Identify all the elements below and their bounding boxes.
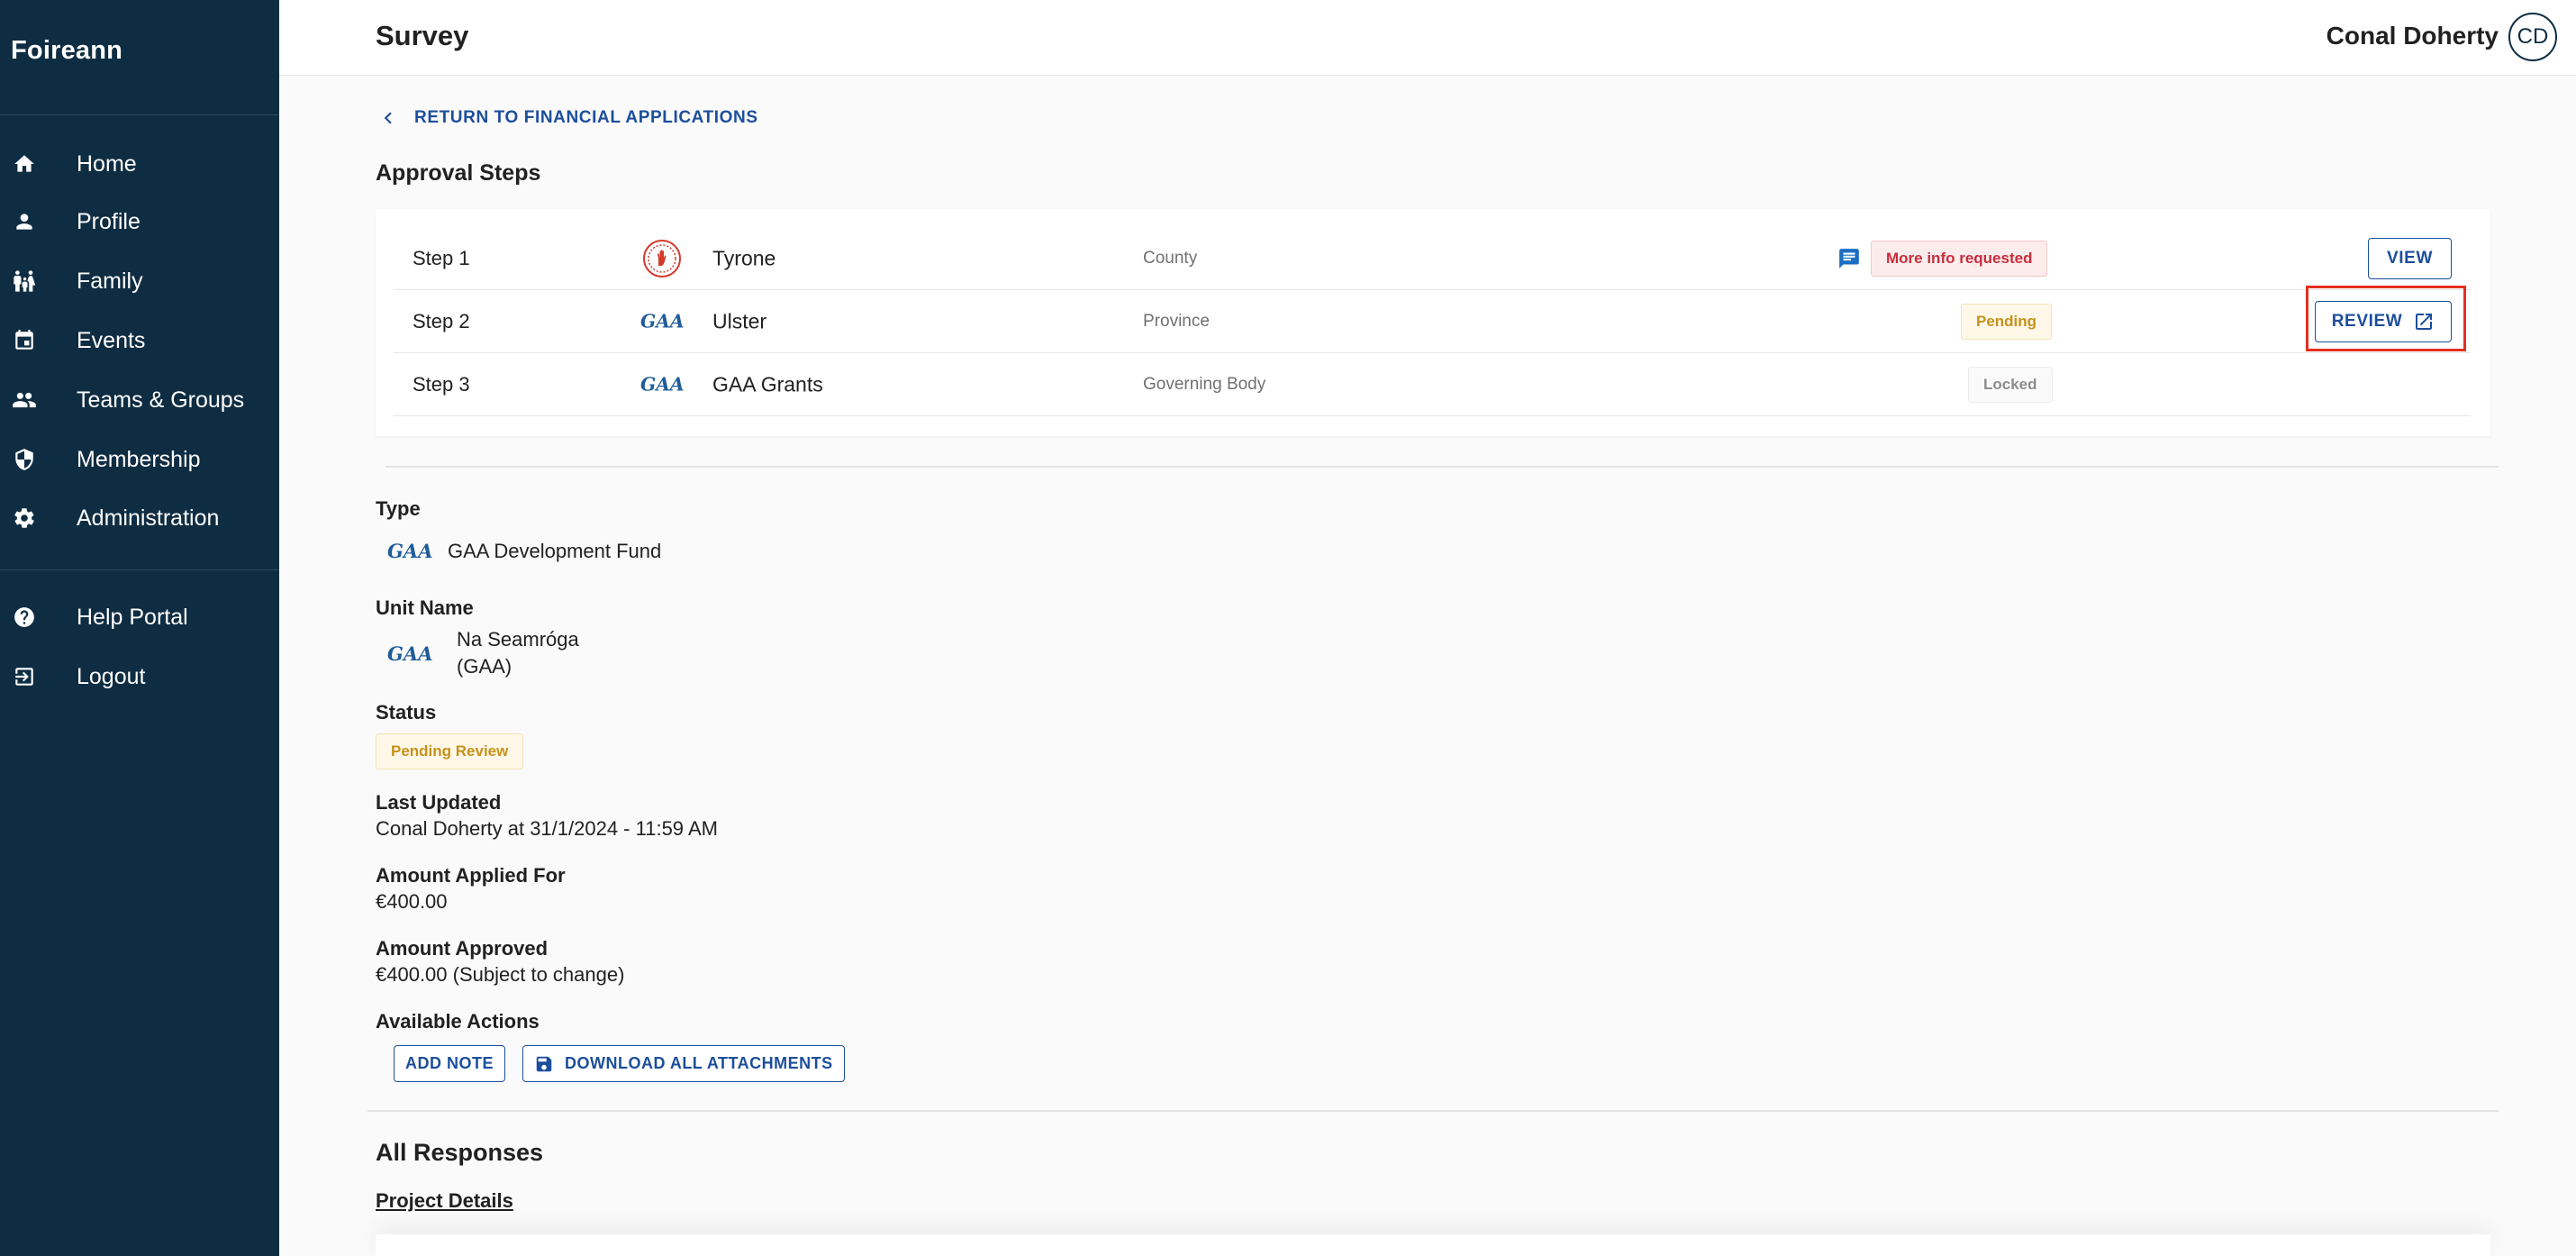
sidebar-item-label: Profile: [77, 208, 141, 234]
save-icon: [534, 1054, 554, 1074]
unit-name-label: Unit Name: [376, 596, 474, 619]
step-unit-name: Ulster: [712, 309, 767, 332]
unit-name-value-line2: (GAA): [457, 655, 512, 678]
sidebar-item-label: Logout: [77, 663, 146, 689]
chevron-left-icon: [376, 105, 404, 132]
page-title: Survey: [376, 20, 469, 51]
calendar-icon: [12, 328, 37, 353]
available-actions-label: Available Actions: [376, 1010, 540, 1033]
last-updated-value: Conal Doherty at 31/1/2024 - 11:59 AM: [376, 817, 718, 840]
step-level: Governing Body: [1143, 374, 1266, 394]
status-badge: Pending Review: [376, 733, 524, 769]
sidebar-item-family[interactable]: Family: [0, 254, 279, 308]
svg-text:GAA: GAA: [387, 643, 432, 665]
status-label: Status: [376, 701, 437, 724]
sidebar-item-logout[interactable]: Logout: [0, 650, 279, 704]
groups-icon: [12, 387, 37, 413]
svg-text:GAA: GAA: [640, 311, 684, 332]
type-value: GAA Development Fund: [448, 540, 662, 562]
step-level: County: [1143, 248, 1198, 268]
approval-steps-card: Step 1 Tyrone County More info requested…: [376, 209, 2490, 436]
family-icon: [12, 268, 37, 294]
step-number: Step 2: [413, 309, 470, 332]
avatar[interactable]: CD: [2508, 13, 2557, 61]
status-badge: Locked: [1968, 366, 2053, 403]
gaa-logo-icon: GAA: [640, 367, 684, 403]
sidebar-item-help-portal[interactable]: Help Portal: [0, 590, 279, 644]
svg-text:GAA: GAA: [387, 541, 432, 562]
approval-steps-heading: Approval Steps: [376, 160, 541, 186]
gaa-logo-icon: GAA: [640, 304, 684, 340]
download-all-attachments-button[interactable]: DOWNLOAD ALL ATTACHMENTS: [522, 1045, 845, 1082]
project-details-link[interactable]: Project Details: [376, 1189, 513, 1213]
top-bar: Survey Conal Doherty CD: [279, 0, 2576, 76]
sidebar-item-teams-groups[interactable]: Teams & Groups: [0, 373, 279, 427]
gaa-logo-icon: GAA: [387, 538, 432, 565]
gaa-logo-icon: GAA: [387, 641, 432, 668]
sidebar-item-profile[interactable]: Profile: [0, 195, 279, 249]
gear-icon: [12, 505, 37, 531]
sidebar-item-label: Family: [77, 268, 143, 294]
approval-step-row: Step 2 GAA Ulster Province Pending REVIE…: [394, 290, 2471, 353]
responses-card: [376, 1234, 2490, 1256]
status-badge: More info requested: [1871, 240, 2048, 277]
svg-text:GAA: GAA: [640, 374, 684, 396]
logout-icon: [12, 664, 37, 689]
sidebar-item-label: Teams & Groups: [77, 387, 245, 413]
sidebar-item-label: Events: [77, 327, 146, 353]
step-unit-name: Tyrone: [712, 246, 776, 269]
sidebar-item-events[interactable]: Events: [0, 314, 279, 368]
sidebar-item-label: Help Portal: [77, 604, 188, 630]
brand-logo: Foireann: [11, 36, 123, 65]
amount-approved-value: €400.00 (Subject to change): [376, 963, 625, 986]
step-number: Step 3: [413, 372, 470, 396]
user-name[interactable]: Conal Doherty: [2327, 22, 2499, 50]
divider: [367, 1110, 2499, 1112]
sidebar-item-home[interactable]: Home: [0, 137, 279, 191]
unit-name-value-line1: Na Seamróga: [457, 628, 579, 651]
comment-icon[interactable]: [1836, 245, 1863, 272]
back-to-financial-applications-link[interactable]: RETURN TO FINANCIAL APPLICATIONS: [376, 105, 758, 132]
sidebar-item-administration[interactable]: Administration: [0, 491, 279, 545]
amount-approved-label: Amount Approved: [376, 937, 549, 960]
amount-applied-label: Amount Applied For: [376, 864, 566, 887]
shield-icon: [12, 447, 37, 472]
sidebar-item-membership[interactable]: Membership: [0, 432, 279, 487]
help-icon: [12, 605, 37, 630]
back-link-label: RETURN TO FINANCIAL APPLICATIONS: [414, 108, 758, 127]
sidebar-divider: [0, 569, 279, 570]
sidebar-item-label: Membership: [77, 446, 201, 472]
sidebar-divider: [0, 114, 279, 115]
person-icon: [12, 209, 37, 234]
view-button[interactable]: VIEW: [2368, 237, 2452, 279]
sidebar-item-label: Home: [77, 150, 137, 177]
step-level: Province: [1143, 311, 1210, 331]
download-all-label: DOWNLOAD ALL ATTACHMENTS: [565, 1054, 833, 1072]
review-button-highlight: [2306, 286, 2466, 351]
type-label: Type: [376, 497, 421, 520]
step-number: Step 1: [413, 246, 470, 269]
all-responses-heading: All Responses: [376, 1139, 544, 1166]
sidebar-item-label: Administration: [77, 505, 220, 531]
approval-step-row: Step 1 Tyrone County More info requested…: [394, 227, 2471, 290]
divider: [385, 466, 2499, 468]
amount-applied-value: €400.00: [376, 890, 448, 913]
step-unit-name: GAA Grants: [712, 372, 823, 396]
tyrone-crest-icon: [640, 239, 684, 278]
last-updated-label: Last Updated: [376, 791, 502, 814]
status-badge: Pending: [1961, 303, 2053, 340]
approval-step-row: Step 3 GAA GAA Grants Governing Body Loc…: [394, 353, 2471, 416]
home-icon: [12, 151, 37, 177]
add-note-button[interactable]: ADD NOTE: [394, 1045, 505, 1082]
sidebar: Foireann Home Profile Family Events Team…: [0, 0, 279, 1256]
